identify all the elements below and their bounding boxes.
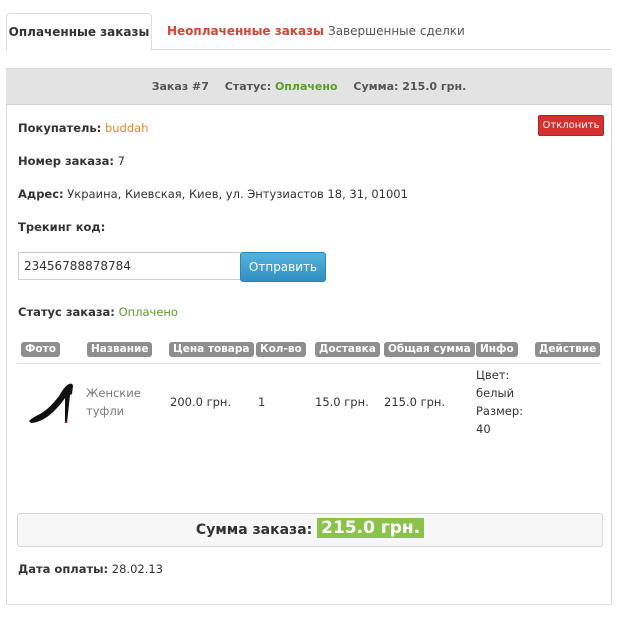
tracking-label: Трекинг код: <box>18 220 106 234</box>
product-qty: 1 <box>258 395 266 409</box>
table-divider <box>17 363 601 364</box>
info-color-label: Цвет: <box>476 368 510 382</box>
address-row: Адрес: Украина, Киевская, Киев, ул. Энту… <box>18 187 408 201</box>
order-number-label: Номер заказа: <box>18 154 115 168</box>
product-name-line2[interactable]: туфли <box>86 404 124 418</box>
product-name-line1[interactable]: Женские <box>86 386 141 400</box>
buyer-link[interactable]: buddah <box>105 121 149 135</box>
tab-completed-deals[interactable]: Завершенные сделки <box>328 13 465 49</box>
info-size-value: 40 <box>476 422 491 436</box>
col-header-info: Инфо <box>476 342 518 357</box>
payment-date-value: 28.02.13 <box>111 562 163 576</box>
order-status-value: Оплачено <box>118 305 178 319</box>
send-tracking-button[interactable]: Отправить <box>240 252 326 282</box>
reject-button[interactable]: Отклонить <box>538 115 604 136</box>
order-panel: Заказ #7 Статус: Оплачено Сумма: 215.0 г… <box>6 68 612 605</box>
col-header-qty: Кол-во <box>256 342 306 357</box>
tab-paid-orders[interactable]: Оплаченные заказы <box>6 13 152 51</box>
order-status-label: Статус заказа: <box>18 305 115 319</box>
order-number-heading: Заказ #7 <box>151 80 209 93</box>
order-tabs: Оплаченные заказы Неоплаченные заказы За… <box>6 13 611 51</box>
order-total-value: 215.0 грн. <box>317 518 425 538</box>
order-sum-heading: Сумма: 215.0 грн. <box>353 80 467 93</box>
buyer-row: Покупатель: buddah <box>18 121 148 135</box>
order-status-row: Статус заказа: Оплачено <box>18 305 178 319</box>
info-size-label: Размер: <box>476 404 524 418</box>
col-header-total: Общая сумма <box>384 342 475 357</box>
address-label: Адрес: <box>18 187 64 201</box>
tab-unpaid-orders[interactable]: Неоплаченные заказы <box>167 13 324 49</box>
order-total-label: Сумма заказа: <box>195 522 313 538</box>
buyer-label: Покупатель: <box>18 121 102 135</box>
col-header-action: Действие <box>535 342 601 357</box>
payment-date-row: Дата оплаты: 28.02.13 <box>18 562 163 576</box>
payment-date-label: Дата оплаты: <box>18 562 109 576</box>
product-photo[interactable] <box>23 374 77 430</box>
order-total-box: Сумма заказа: 215.0 грн. <box>17 513 603 547</box>
high-heel-shoe-icon <box>29 383 73 423</box>
col-header-name: Название <box>87 342 153 357</box>
order-number-value: 7 <box>117 154 125 168</box>
col-header-photo: Фото <box>21 342 60 357</box>
status-label: Статус: <box>224 80 272 93</box>
order-number-row: Номер заказа: 7 <box>18 154 125 168</box>
col-header-price: Цена товара <box>169 342 254 357</box>
address-value: Украина, Киевская, Киев, ул. Энтузиастов… <box>67 187 408 201</box>
product-delivery: 15.0 грн. <box>315 395 369 409</box>
tracking-label-row: Трекинг код: <box>18 220 105 234</box>
product-total: 215.0 грн. <box>384 395 446 409</box>
info-color-value: белый <box>476 386 515 400</box>
col-header-delivery: Доставка <box>315 342 380 357</box>
product-price: 200.0 грн. <box>170 395 232 409</box>
tracking-code-input[interactable]: 23456788878784 <box>18 252 246 280</box>
status-value: Оплачено <box>274 80 338 93</box>
order-summary-bar: Заказ #7 Статус: Оплачено Сумма: 215.0 г… <box>6 68 612 105</box>
